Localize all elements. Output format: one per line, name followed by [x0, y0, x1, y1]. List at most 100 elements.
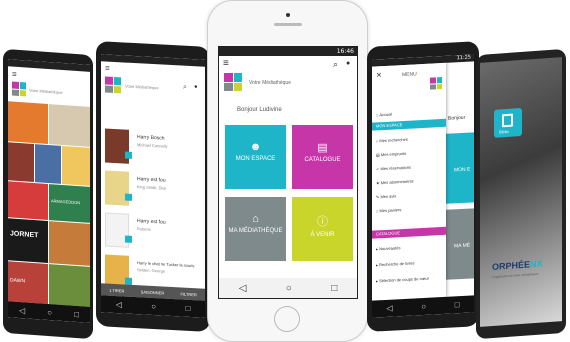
greeting: Bonjour Ludivine — [237, 107, 282, 113]
partial-tile-my-space: MON E — [446, 132, 474, 204]
tile-my-library[interactable]: ⌂ MA MÉDIATHÈQUE — [225, 197, 286, 261]
user-icon[interactable]: ● — [346, 60, 350, 67]
home-icon[interactable]: ○ — [151, 302, 156, 311]
phone-right-screen: 11:25 Bonjour MON E MA MÉ ✕ MENU ⌂ Accue… — [372, 54, 474, 318]
brand-name: ORPHÉENX — [492, 258, 543, 273]
cover[interactable] — [49, 104, 90, 147]
book-title: Harry est fou — [137, 176, 166, 184]
tile-label: MA MÉDIATHÈQUE — [228, 228, 283, 234]
book-list: Harry Bosch Michael Connelly Harry est f… — [101, 126, 205, 290]
cover[interactable]: DAWN — [8, 261, 48, 304]
close-icon[interactable]: ✕ — [376, 71, 382, 79]
book-author: Selden, George — [137, 267, 166, 274]
app-logo — [224, 73, 242, 91]
menu-item-reviews[interactable]: ✎ Mes avis — [376, 193, 396, 199]
status-bar — [101, 54, 205, 67]
list-item[interactable]: Harry est fou Rubens — [101, 210, 205, 255]
phone-center-screen: 16:46 ≡ ⌕ ● Votre Médiathèque Bonjour Lu… — [218, 46, 358, 299]
cover[interactable]: ARMAGEDDON — [49, 184, 90, 223]
home-icon[interactable]: ○ — [286, 283, 292, 294]
tile-catalogue[interactable]: ▤ CATALOGUE — [292, 125, 353, 189]
recent-apps-icon[interactable]: □ — [74, 309, 79, 318]
tile-label: MON ESPACE — [235, 156, 276, 162]
status-bar: 16:46 — [219, 47, 357, 56]
book-title: Harry Bosch — [137, 134, 165, 142]
home-icon[interactable]: ○ — [421, 302, 426, 311]
tab-filter[interactable]: FILTRER — [180, 291, 196, 297]
app-logo — [12, 81, 26, 97]
back-icon[interactable]: ◁ — [239, 283, 247, 294]
menu-icon[interactable]: ≡ — [223, 58, 229, 69]
header-title: Votre Médiathèque — [125, 83, 159, 91]
home-icon[interactable]: ○ — [47, 307, 52, 316]
tile-my-space[interactable]: ☻ MON ESPACE — [225, 125, 286, 189]
menu-item-baskets[interactable]: ⌂ Mes paniers — [376, 207, 401, 213]
nav-bar: ◁ ○ □ — [219, 278, 357, 298]
tab-sort[interactable]: 1 TIRER — [109, 287, 124, 293]
phone-left-screen: ≡ Votre Médiathèque ⌕ ● Harry Bosch Mich… — [101, 54, 205, 318]
user-icon[interactable]: ● — [194, 84, 198, 90]
recent-apps-icon[interactable]: □ — [185, 304, 190, 313]
bookmark-icon[interactable] — [125, 151, 132, 159]
home-button[interactable] — [274, 306, 300, 332]
menu-icon[interactable]: ≡ — [105, 63, 110, 72]
menu-title: MENU — [402, 71, 417, 79]
menu-item-favorites[interactable]: ▸ Sélection de coups de cœur — [376, 276, 429, 284]
bookmark-icon[interactable] — [125, 235, 132, 243]
book-author: Rubens — [137, 226, 151, 232]
section-my-space: MON ESPACE — [372, 118, 446, 131]
menu-item-loans[interactable]: ▤ Mes emprunts — [376, 151, 406, 158]
back-icon[interactable]: ◁ — [19, 305, 25, 314]
cover-title: ARMAGEDDON — [51, 198, 81, 206]
cover[interactable] — [8, 181, 48, 220]
menu-item-book-search[interactable]: ▸ Recherche de livres — [376, 260, 414, 267]
cover[interactable] — [8, 101, 48, 144]
tile-upcoming[interactable]: ⓘ À VENIR — [292, 197, 353, 261]
cover[interactable] — [49, 264, 90, 307]
cover[interactable]: JORNET — [8, 218, 48, 263]
menu-icon[interactable]: ≡ — [12, 69, 17, 78]
cover[interactable] — [62, 145, 90, 186]
phone-left: ≡ Votre Médiathèque ⌕ ● Harry Bosch Mich… — [96, 41, 210, 332]
phone-center: 16:46 ≡ ⌕ ● Votre Médiathèque Bonjour Lu… — [207, 0, 368, 342]
header-title: Votre Médiathèque — [249, 80, 291, 86]
cover[interactable] — [35, 144, 61, 184]
bookmark-icon[interactable] — [125, 193, 132, 201]
menu-item-searches[interactable]: ⌕ Mes recherches — [376, 137, 408, 144]
tile-label: CATALOGUE — [304, 157, 341, 163]
menu-item-new[interactable]: ▸ Nouveautés — [376, 245, 400, 251]
info-icon: ⓘ — [317, 216, 328, 228]
search-icon[interactable]: ⌕ — [183, 84, 187, 92]
cover[interactable] — [8, 142, 34, 183]
back-icon[interactable]: ◁ — [116, 300, 122, 309]
menu-drawer: ✕ MENU ⌂ Accueil MON ESPACE ⌕ Mes recher… — [372, 62, 446, 301]
search-icon[interactable]: ⌕ — [333, 59, 338, 70]
speaker — [274, 23, 302, 26]
book-author: King Smith, Dick — [137, 184, 167, 191]
cover[interactable] — [49, 221, 90, 266]
phone-far-left: ≡ Votre Médiathèque ARMAGEDDON JORNET DA… — [3, 48, 93, 340]
brand-suffix: NX — [530, 258, 543, 270]
status-bar — [8, 59, 90, 72]
recent-apps-icon[interactable]: □ — [331, 283, 337, 294]
app-logo — [430, 77, 442, 90]
menu-item-home[interactable]: ⌂ Accueil — [376, 112, 392, 118]
book-author: Michael Connelly — [137, 142, 168, 149]
tab-season[interactable]: SAISONNER — [141, 289, 165, 295]
list-item[interactable]: Harry est fou King Smith, Dick — [101, 168, 205, 213]
app-logo — [105, 76, 121, 94]
menu-item-subscriptions[interactable]: ★ Mes abonnements — [376, 178, 414, 185]
book-icon: ▤ — [317, 142, 328, 154]
phone-right: 11:25 Bonjour MON E MA MÉ ✕ MENU ⌂ Accue… — [367, 41, 479, 332]
book-icon — [502, 113, 513, 128]
recent-apps-icon[interactable]: □ — [455, 300, 460, 309]
camera — [286, 13, 290, 17]
home-icon: ⌂ — [252, 213, 259, 225]
cover-title: JORNET — [10, 230, 39, 240]
phone-far-left-screen: ≡ Votre Médiathèque ARMAGEDDON JORNET DA… — [8, 59, 90, 323]
list-item[interactable]: Harry Bosch Michael Connelly — [101, 126, 205, 171]
menu-item-reservations[interactable]: ✓ Mes réservations — [376, 165, 411, 172]
back-icon[interactable]: ◁ — [386, 304, 392, 313]
background-tiles: Bonjour MON E MA MÉ — [446, 62, 474, 304]
covers-grid: ARMAGEDDON JORNET DAWN — [8, 101, 90, 307]
